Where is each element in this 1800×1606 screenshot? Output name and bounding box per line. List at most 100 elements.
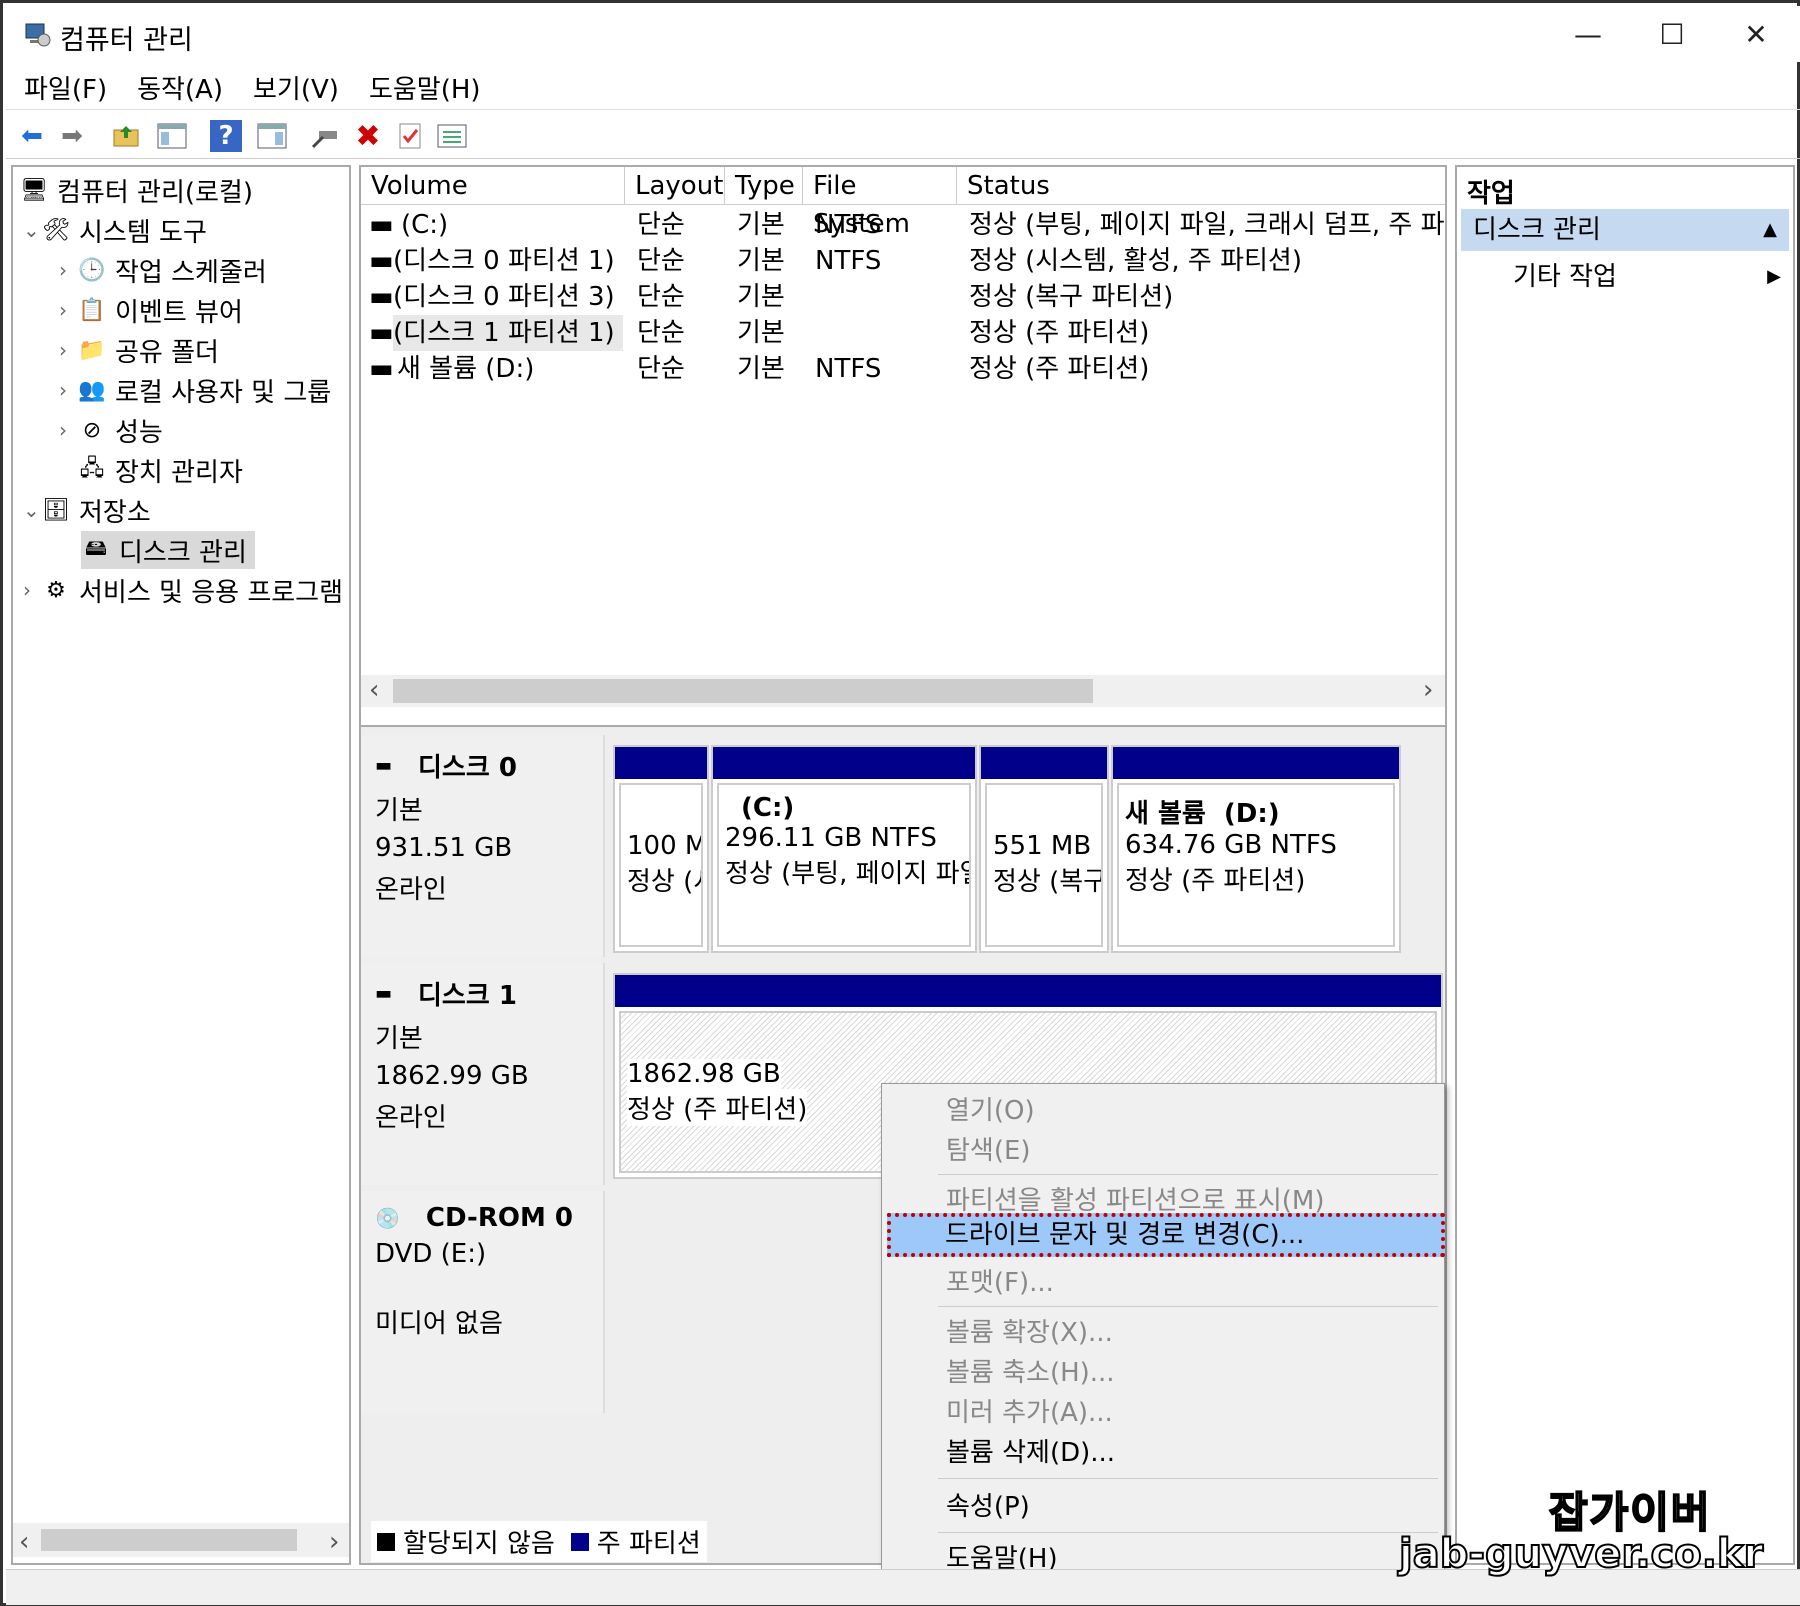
menu-item-shrink[interactable]: 볼륨 축소(H)... (946, 1354, 1115, 1392)
menu-file[interactable]: 파일(F) (24, 69, 107, 106)
menu-item-delete[interactable]: 볼륨 삭제(D)... (946, 1434, 1115, 1472)
chevron-down-icon[interactable]: ⌄ (23, 218, 41, 242)
chevron-right-icon[interactable]: › (59, 298, 77, 322)
disk-0-partition-d[interactable]: 새 볼륨 (D:) 634.76 GB NTFS 정상 (주 파티션) (1111, 745, 1401, 953)
chevron-right-icon[interactable]: › (59, 418, 77, 442)
table-row[interactable]: ▬ (디스크 1 파티션 1) 단순 기본 정상 (주 파티션) (361, 315, 1445, 351)
actions-section-label: 디스크 관리 (1473, 215, 1601, 245)
watermark-url: jab-guyver.co.kr (1398, 1530, 1764, 1578)
tree-root[interactable]: 🖥 컴퓨터 관리(로컬) (19, 171, 253, 209)
cell-fs: NTFS (815, 210, 882, 240)
tree-item-storage[interactable]: ⌄ 🗄 저장소 (23, 491, 151, 529)
cell-type: 기본 (737, 210, 785, 240)
table-row[interactable]: ▬ (디스크 0 파티션 3) 단순 기본 정상 (복구 파티션) (361, 279, 1445, 315)
tree-item-services[interactable]: › ⚙ 서비스 및 응용 프로그램 (23, 571, 343, 609)
scroll-right-icon[interactable]: › (329, 1527, 339, 1557)
tree-item-task-scheduler[interactable]: › 🕒 작업 스케줄러 (59, 251, 267, 289)
menu-action[interactable]: 동작(A) (137, 69, 223, 106)
disk-0-partition-1[interactable]: 100 MB 정상 (시스템, 활성, 주 파티션) (613, 745, 709, 953)
tree-item-device-manager[interactable]: 🖧 장치 관리자 (77, 451, 243, 489)
column-layout[interactable]: Layout (625, 167, 725, 205)
tree-label: 작업 스케줄러 (115, 257, 267, 288)
back-arrow-icon[interactable]: ⬅ (16, 120, 48, 152)
help-icon[interactable]: ? (210, 120, 242, 152)
disk-1-label[interactable]: ▬ 디스크 1 기본 1862.99 GB 온라인 (361, 963, 605, 1185)
close-button[interactable]: ✕ (1714, 6, 1798, 62)
menu-item-extend[interactable]: 볼륨 확장(X)... (946, 1314, 1113, 1352)
actions-section-disk-management[interactable]: 디스크 관리 ▲ (1461, 209, 1789, 251)
partition-info: 새 볼륨 (D:) 634.76 GB NTFS 정상 (주 파티션) (1117, 783, 1395, 947)
chevron-right-icon[interactable]: › (59, 338, 77, 362)
column-file-system[interactable]: File System (803, 167, 957, 239)
cell-volume: (디스크 1 파티션 1) (393, 315, 623, 351)
checklist-icon[interactable] (394, 120, 426, 152)
context-menu: 열기(O) 탐색(E) 파티션을 활성 파티션으로 표시(M) 포맷(F)...… (881, 1083, 1445, 1587)
column-status[interactable]: Status (957, 167, 1445, 205)
chevron-down-icon[interactable]: ⌄ (23, 498, 41, 522)
scrollbar-thumb[interactable] (41, 1529, 297, 1551)
volume-list-horizontal-scrollbar[interactable]: ‹ › (361, 675, 1445, 707)
disk-state: 온라인 (375, 875, 447, 905)
event-viewer-icon: 📋 (78, 297, 106, 323)
collapse-up-icon[interactable]: ▲ (1763, 209, 1777, 251)
connect-drive-icon[interactable] (310, 120, 342, 152)
users-icon: 👥 (78, 377, 106, 403)
cdrom-0-title: 💿 CD-ROM 0 (375, 1203, 603, 1233)
menu-item-format[interactable]: 포맷(F)... (946, 1264, 1054, 1302)
table-row[interactable]: ▬ 새 볼륨 (D:) 단순 기본 NTFS 정상 (주 파티션) (361, 351, 1445, 387)
window-title: 컴퓨터 관리 (60, 25, 193, 56)
tree-item-local-users[interactable]: › 👥 로컬 사용자 및 그룹 (59, 371, 331, 409)
disk-0-partition-3[interactable]: 551 MB 정상 (복구 파티션) (979, 745, 1109, 953)
partition-size: 100 MB (627, 831, 701, 861)
tree-item-shared-folders[interactable]: › 📁 공유 폴더 (59, 331, 219, 369)
minimize-button[interactable]: — (1546, 6, 1630, 62)
menu-item-open[interactable]: 열기(O) (946, 1092, 1035, 1130)
cell-status: 정상 (시스템, 활성, 주 파티션) (969, 246, 1302, 276)
tree-item-event-viewer[interactable]: › 📋 이벤트 뷰어 (59, 291, 243, 329)
primary-partition-bar (981, 747, 1107, 779)
menu-separator (938, 1532, 1438, 1533)
table-row[interactable]: ▬ (C:) 단순 기본 NTFS 정상 (부팅, 페이지 파일, 크래시 덤프… (361, 207, 1445, 243)
table-row[interactable]: ▬ (디스크 0 파티션 1) 단순 기본 NTFS 정상 (시스템, 활성, … (361, 243, 1445, 279)
chevron-right-icon[interactable]: › (23, 578, 41, 602)
column-type[interactable]: Type (725, 167, 803, 205)
disk-0-label[interactable]: ▬ 디스크 0 기본 931.51 GB 온라인 (361, 735, 605, 957)
delete-icon[interactable]: ✖ (352, 119, 384, 154)
menu-item-properties[interactable]: 속성(P) (946, 1488, 1030, 1526)
actions-more[interactable]: 기타 작업 ▶ (1513, 257, 1785, 297)
maximize-button[interactable]: ☐ (1630, 6, 1714, 62)
properties-list-icon[interactable] (436, 120, 468, 152)
scroll-left-icon[interactable]: ‹ (369, 675, 379, 705)
chevron-right-icon[interactable]: › (59, 258, 77, 282)
cdrom-0-label[interactable]: 💿 CD-ROM 0 DVD (E:) 미디어 없음 (361, 1191, 605, 1413)
tree-item-performance[interactable]: › ⊘ 성능 (59, 411, 163, 449)
tree-item-disk-management[interactable]: 🖴 디스크 관리 (81, 531, 255, 569)
forward-arrow-icon[interactable]: ➡ (56, 120, 88, 152)
menu-view[interactable]: 보기(V) (253, 69, 339, 106)
scroll-left-icon[interactable]: ‹ (19, 1527, 29, 1557)
menu-item-explore[interactable]: 탐색(E) (946, 1132, 1031, 1170)
chevron-right-icon[interactable]: › (59, 378, 77, 402)
scroll-right-icon[interactable]: › (1423, 675, 1433, 705)
menu-item-change-drive-letter[interactable]: 드라이브 문자 및 경로 변경(C)... (887, 1213, 1445, 1257)
disk-state: 온라인 (375, 1103, 447, 1133)
menu-help[interactable]: 도움말(H) (369, 69, 481, 106)
scrollbar-thumb[interactable] (393, 679, 1093, 703)
disk-1-title: ▬ 디스크 1 (375, 975, 603, 1012)
show-hide-action-pane-icon[interactable] (256, 120, 288, 152)
disk-icon: ▬ (375, 755, 393, 776)
submenu-right-icon[interactable]: ▶ (1767, 257, 1781, 297)
up-folder-icon[interactable] (110, 120, 142, 152)
horizontal-scrollbar[interactable]: ‹ › (13, 1523, 349, 1557)
cell-layout: 단순 (637, 210, 685, 240)
cdrom-icon: 💿 (375, 1206, 400, 1230)
tree-item-system-tools[interactable]: ⌄ 🛠 시스템 도구 (23, 211, 207, 249)
toolbar: ⬅ ➡ ? ✖ (6, 109, 1800, 159)
primary-partition-bar (615, 747, 707, 779)
column-volume[interactable]: Volume (361, 167, 625, 205)
tools-icon: 🛠 (42, 217, 70, 243)
menu-item-add-mirror[interactable]: 미러 추가(A)... (946, 1394, 1113, 1432)
disk-0-partition-c[interactable]: (C:) 296.11 GB NTFS 정상 (부팅, 페이지 파일, 크래시 … (711, 745, 977, 953)
tree-label: 서비스 및 응용 프로그램 (79, 577, 343, 608)
show-hide-console-tree-icon[interactable] (156, 120, 188, 152)
